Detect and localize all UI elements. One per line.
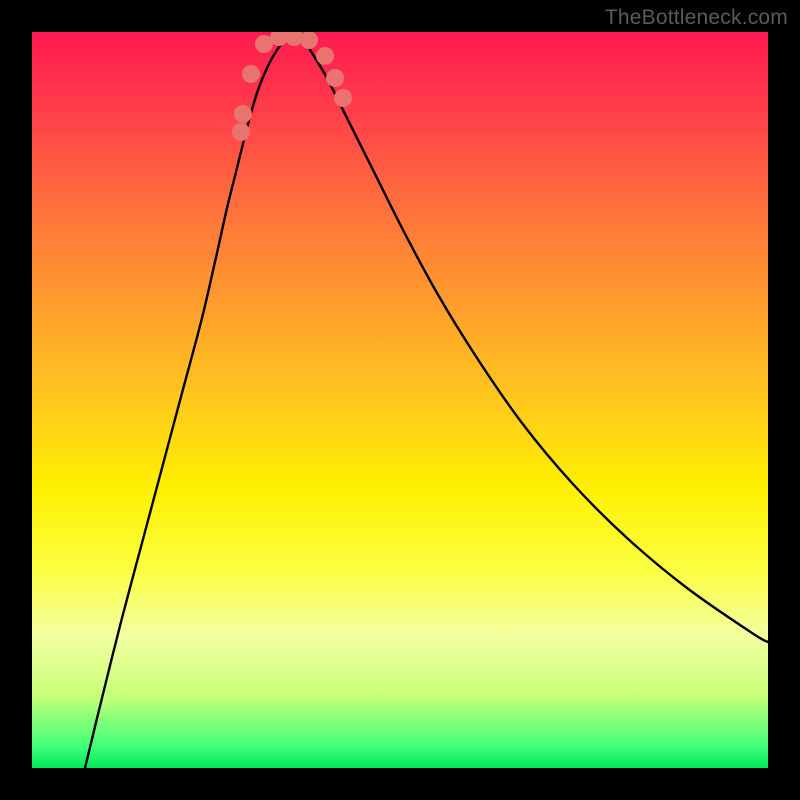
trough-markers xyxy=(232,32,352,141)
chart-frame: TheBottleneck.com xyxy=(0,0,800,800)
trough-marker xyxy=(326,69,344,87)
curve-svg xyxy=(32,32,768,768)
trough-marker xyxy=(232,123,250,141)
bottleneck-curve xyxy=(85,34,768,768)
watermark-label: TheBottleneck.com xyxy=(605,6,788,30)
trough-marker xyxy=(334,89,352,107)
trough-marker xyxy=(242,65,260,83)
trough-marker xyxy=(234,105,252,123)
trough-marker xyxy=(316,47,334,65)
plot-area xyxy=(32,32,768,768)
trough-marker xyxy=(300,32,318,49)
